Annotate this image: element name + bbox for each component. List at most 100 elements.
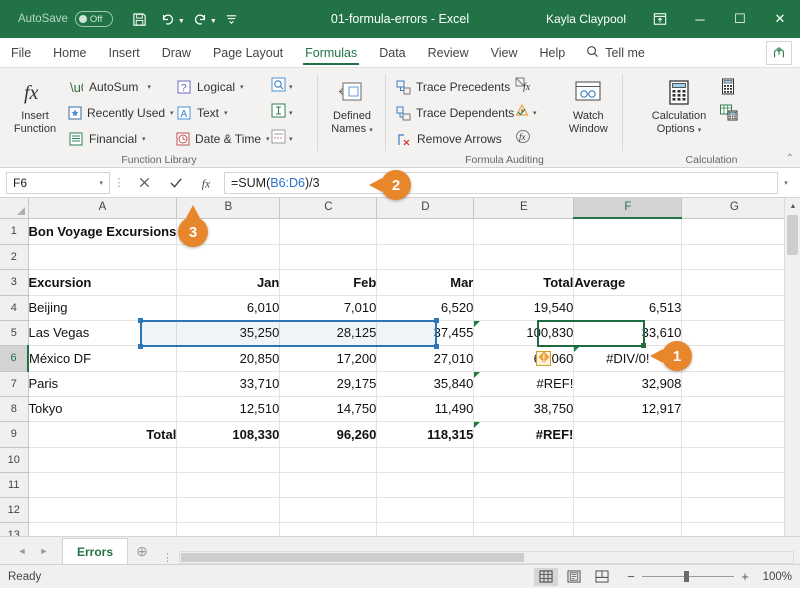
row-header-6[interactable]: 6 [0, 345, 29, 372]
row-header-4[interactable]: 4 [0, 295, 29, 321]
cell-B11[interactable] [176, 472, 281, 498]
cell-E7[interactable]: #REF! [473, 371, 575, 397]
row-header-1[interactable]: 1 [0, 218, 29, 245]
cell-C10[interactable] [279, 447, 378, 473]
tab-help[interactable]: Help [529, 38, 577, 67]
cell-C4[interactable]: 7,010 [279, 295, 378, 321]
sheet-tab-overflow-icon[interactable]: ⋮ [162, 551, 173, 564]
cell-A2[interactable] [28, 244, 178, 270]
column-header-A[interactable]: A [28, 198, 178, 219]
more-functions-caret-icon[interactable]: ▾ [289, 135, 293, 143]
tab-home[interactable]: Home [42, 38, 97, 67]
cell-A5[interactable]: Las Vegas [28, 320, 178, 346]
cell-C2[interactable] [279, 244, 378, 270]
cell-D9[interactable]: 118,315 [376, 421, 475, 448]
cell-D12[interactable] [376, 497, 475, 523]
cell-B6[interactable]: 20,850 [176, 345, 281, 372]
autosave-toggle[interactable]: AutoSave Off [18, 11, 113, 27]
redo-dropdown-caret[interactable]: ▼ [210, 18, 217, 25]
cell-G9[interactable] [681, 421, 788, 448]
cell-G13[interactable] [681, 522, 788, 536]
cell-B4[interactable]: 6,010 [176, 295, 281, 321]
cell-F11[interactable] [573, 472, 683, 498]
vertical-scroll-thumb[interactable] [787, 215, 798, 255]
cell-A10[interactable] [28, 447, 178, 473]
cell-A9[interactable]: Total [28, 421, 178, 448]
column-header-D[interactable]: D [376, 198, 475, 219]
save-icon[interactable] [127, 6, 153, 32]
cell-D2[interactable] [376, 244, 475, 270]
row-header-10[interactable]: 10 [0, 447, 29, 473]
cell-C6[interactable]: 17,200 [279, 345, 378, 372]
cell-A3[interactable]: Excursion [28, 269, 178, 296]
cell-C8[interactable]: 14,750 [279, 396, 378, 422]
insert-function-button[interactable]: fx Insert Function [6, 73, 64, 136]
cell-G1[interactable] [681, 218, 788, 245]
autosum-button[interactable]: \u03a3 AutoSum ▾ [64, 75, 172, 99]
cell-B5[interactable]: 35,250 [176, 320, 281, 346]
zoom-slider-thumb[interactable] [684, 571, 689, 582]
cell-C3[interactable]: Feb [279, 269, 378, 296]
cell-E12[interactable] [473, 497, 575, 523]
cell-E5[interactable]: 100,830 [473, 320, 575, 346]
sheet-prev-arrow-icon[interactable]: ◄ [12, 546, 32, 556]
row-header-8[interactable]: 8 [0, 396, 29, 422]
share-icon[interactable] [766, 40, 792, 65]
name-box[interactable]: F6 ▾ [6, 171, 110, 194]
autosum-caret-icon[interactable]: ▾ [147, 83, 151, 91]
cell-A1[interactable]: Bon Voyage Excursions [28, 218, 178, 245]
column-header-C[interactable]: C [279, 198, 378, 219]
calculate-now-button[interactable] [717, 77, 741, 101]
cell-D7[interactable]: 35,840 [376, 371, 475, 397]
cell-C7[interactable]: 29,175 [279, 371, 378, 397]
tab-review[interactable]: Review [417, 38, 480, 67]
defined-names-button[interactable]: Defined Names ▾ [324, 73, 380, 136]
select-all-corner[interactable] [0, 198, 29, 219]
cell-F2[interactable] [573, 244, 683, 270]
close-button[interactable]: ✕ [760, 0, 800, 38]
tab-file[interactable]: File [0, 38, 42, 67]
cell-G2[interactable] [681, 244, 788, 270]
column-header-F[interactable]: F [573, 198, 683, 219]
cell-D1[interactable] [376, 218, 475, 245]
cell-G4[interactable] [681, 295, 788, 321]
cell-E3[interactable]: Total [473, 269, 575, 296]
trace-precedents-button[interactable]: Trace Precedents [392, 75, 512, 99]
cell-E1[interactable] [473, 218, 575, 245]
show-formulas-button[interactable]: fx [512, 75, 560, 99]
text-button[interactable]: A Text ▾ [172, 101, 268, 125]
page-break-view-icon[interactable] [590, 568, 614, 586]
cell-C5[interactable]: 28,125 [279, 320, 378, 346]
cell-B8[interactable]: 12,510 [176, 396, 281, 422]
cell-F1[interactable] [573, 218, 683, 245]
cell-C11[interactable] [279, 472, 378, 498]
calculation-options-button[interactable]: Calculation Options ▾ [641, 73, 717, 136]
cell-B7[interactable]: 33,710 [176, 371, 281, 397]
cell-D4[interactable]: 6,520 [376, 295, 475, 321]
undo-dropdown-caret[interactable]: ▼ [178, 18, 185, 25]
tab-formulas[interactable]: Formulas [294, 38, 368, 67]
row-header-3[interactable]: 3 [0, 269, 29, 296]
cell-E2[interactable] [473, 244, 575, 270]
add-sheet-icon[interactable]: ⊕ [128, 538, 156, 564]
cell-F13[interactable] [573, 522, 683, 536]
cell-E11[interactable] [473, 472, 575, 498]
cell-G5[interactable] [681, 320, 788, 346]
cell-G8[interactable] [681, 396, 788, 422]
customize-qat-icon[interactable] [219, 6, 245, 32]
tab-draw[interactable]: Draw [151, 38, 202, 67]
lookup-reference-button[interactable]: ▾ [268, 75, 296, 99]
recently-used-button[interactable]: Recently Used ▾ [64, 101, 174, 125]
row-header-2[interactable]: 2 [0, 244, 29, 270]
cell-F8[interactable]: 12,917 [573, 396, 683, 422]
text-caret-icon[interactable]: ▾ [224, 109, 228, 117]
cell-D13[interactable] [376, 522, 475, 536]
cell-A6[interactable]: México DF [28, 345, 178, 372]
row-header-13[interactable]: 13 [0, 522, 29, 536]
horizontal-scroll-thumb[interactable] [181, 553, 525, 562]
normal-view-icon[interactable] [534, 567, 558, 586]
scroll-up-arrow-icon[interactable]: ▲ [785, 198, 800, 215]
user-account-name[interactable]: Kayla Claypool [546, 12, 626, 26]
cell-C13[interactable] [279, 522, 378, 536]
cell-D5[interactable]: 37,455 [376, 320, 475, 346]
